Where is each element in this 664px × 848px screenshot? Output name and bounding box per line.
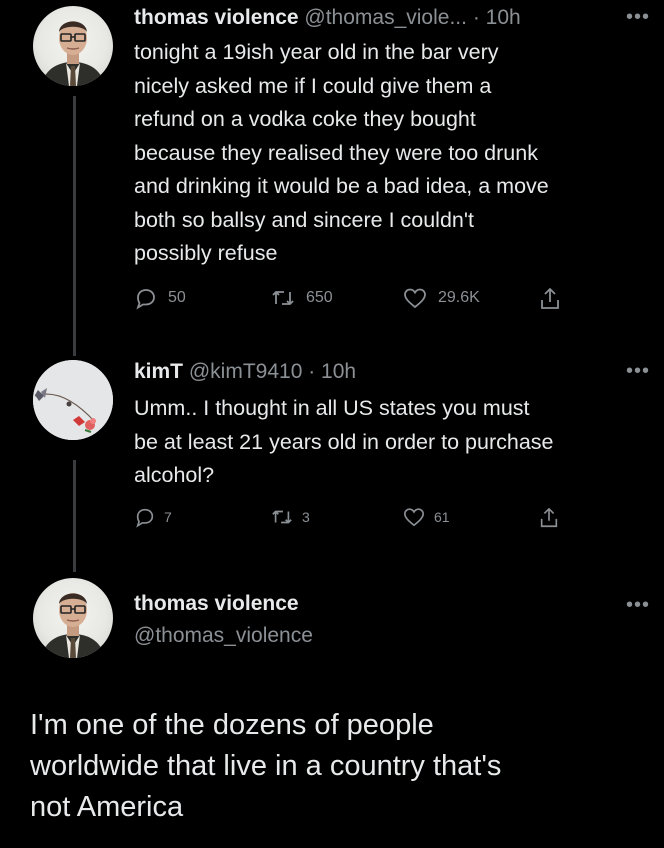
tweet-1-actions: 50 650 29.6K: [0, 286, 664, 316]
man-portrait-icon: [41, 593, 105, 658]
more-options-button[interactable]: •••: [626, 6, 650, 29]
retweet-button[interactable]: 3: [270, 506, 310, 528]
author-handle[interactable]: @kimT9410 · 10h: [189, 360, 356, 383]
like-icon: [404, 288, 426, 309]
main-tweet-text: I'm one of the dozens of people worldwid…: [30, 709, 502, 823]
reply-icon: [136, 289, 155, 310]
share-button[interactable]: [538, 506, 560, 530]
man-portrait-icon: [41, 21, 105, 86]
avatar[interactable]: [33, 6, 113, 86]
share-icon: [540, 508, 558, 528]
share-icon: [541, 288, 559, 309]
like-count: 29.6K: [438, 289, 480, 306]
author-handle[interactable]: @thomas_viole...: [304, 6, 467, 29]
author-name[interactable]: kimT: [134, 360, 183, 383]
like-icon: [404, 508, 424, 527]
reply-count: 7: [164, 509, 172, 525]
more-options-button[interactable]: •••: [626, 594, 650, 617]
retweet-count: 3: [302, 509, 310, 525]
more-options-button[interactable]: •••: [626, 360, 650, 383]
like-button[interactable]: 29.6K: [402, 286, 480, 310]
retweet-count: 650: [306, 289, 333, 306]
like-count: 61: [434, 509, 450, 525]
tweet-2-actions: 7 3 61: [0, 506, 664, 534]
reply-button[interactable]: 7: [134, 506, 172, 528]
avatar[interactable]: [33, 578, 113, 658]
tweet-2: kimT @kimT9410 · 10h Umm.. I thought in …: [134, 358, 654, 493]
like-button[interactable]: 61: [402, 506, 450, 528]
retweet-button[interactable]: 650: [270, 286, 333, 310]
author-name[interactable]: thomas violence: [134, 6, 299, 29]
flower-branch-icon: [33, 360, 113, 440]
tweet-text: Umm.. I thought in all US states you mus…: [134, 396, 554, 487]
reply-count: 50: [168, 289, 186, 306]
retweet-icon: [272, 510, 292, 524]
retweet-icon: [272, 291, 294, 305]
avatar[interactable]: [33, 360, 113, 440]
tweet-1: thomas violence @thomas_viole... · 10h t…: [134, 4, 654, 271]
reply-icon: [136, 508, 154, 528]
thread-line-1: [73, 96, 76, 356]
share-button[interactable]: [538, 286, 562, 312]
tweet-text: tonight a 19ish year old in the bar very…: [134, 40, 549, 265]
author-name[interactable]: thomas violence: [134, 592, 654, 616]
timestamp[interactable]: · 10h: [473, 6, 521, 29]
tweet-3-author: thomas violence @thomas_violence: [134, 592, 654, 648]
author-handle[interactable]: @thomas_violence: [134, 624, 654, 648]
reply-button[interactable]: 50: [134, 286, 186, 310]
